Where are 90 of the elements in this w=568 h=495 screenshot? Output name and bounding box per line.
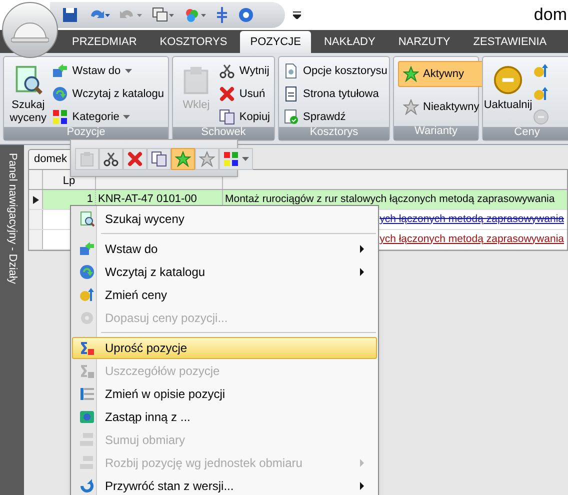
menu-item[interactable]: Szukaj wyceny [72, 208, 377, 230]
coin-icon [533, 109, 549, 125]
toolbar-button[interactable] [219, 148, 253, 170]
ribbon-tab[interactable]: POZYCJE [240, 31, 311, 53]
document-icon [283, 63, 299, 79]
row-pointer-icon [32, 196, 38, 204]
group-label: Pozycje [4, 127, 168, 140]
ribbon-button[interactable]: Wytnij [219, 61, 270, 81]
ribbon-button[interactable]: Wczytaj z katalogu [52, 84, 164, 104]
star-icon [403, 66, 419, 82]
scissors-icon [219, 63, 236, 79]
ribbon-button[interactable]: Kopiuj [219, 107, 270, 127]
ribbon-tab[interactable]: KOSZTORYS [150, 31, 238, 53]
table-cell-text: KNR-AT-47 0101-00 [98, 192, 197, 208]
ribbon-button[interactable]: Usuń [219, 84, 270, 104]
ribbon-tab[interactable]: ZESTAWIENIA [463, 31, 557, 53]
table-cell-text: Montaż rurociągów z rur stalowych łączonych metodą zaprasowywania [225, 192, 555, 207]
large-button[interactable]: Uaktualnij [487, 61, 529, 127]
refresh-icon [78, 264, 94, 280]
blocks-icon [78, 432, 94, 448]
menu-item[interactable]: Zmień ceny [72, 284, 377, 306]
toolbar-button[interactable] [147, 148, 171, 170]
table-cell-text: 1 [86, 192, 93, 208]
scissors-icon [103, 151, 119, 167]
color-grid-icon [223, 151, 239, 167]
toggle-button[interactable]: Nieaktywny [398, 94, 484, 120]
row-header[interactable] [29, 190, 43, 209]
refresh-icon [52, 86, 68, 102]
coin-icon [493, 65, 523, 95]
toolbar-button[interactable] [99, 148, 123, 170]
submenu-arrow-icon [360, 268, 364, 276]
table-cell-text: ych łączonych metodą zaprasowywania [380, 212, 564, 227]
menu-item[interactable]: Przywróć stan z wersji... [72, 475, 377, 495]
ribbon-tab[interactable]: NARZUTY [388, 31, 460, 53]
save-icon[interactable] [62, 7, 78, 23]
ribbon-button[interactable]: Sprawdź [283, 107, 388, 127]
window-title: dom [534, 4, 567, 26]
menu-item[interactable]: Wstaw do [72, 238, 377, 260]
ribbon-tab[interactable]: PRZEDMIAR [62, 31, 147, 53]
ribbon-button[interactable]: Opcje kosztorysu [283, 61, 388, 81]
copy-icon [219, 109, 236, 125]
ribbon-tab[interactable]: NAKŁADY [314, 31, 386, 53]
customize-icon[interactable] [293, 11, 301, 19]
submenu-arrow-icon [360, 482, 364, 490]
side-panel-label: Panel nawigacyjny - Działy [5, 153, 20, 286]
restore-icon [78, 478, 94, 494]
group-label: Schowek [173, 127, 274, 140]
menu-item[interactable]: Zastąp inną z ... [72, 406, 377, 428]
large-button[interactable]: Szukaj wyceny [8, 61, 48, 127]
group-label: Kosztorys [279, 127, 389, 140]
sigma-icon [78, 363, 94, 379]
blocks-icon [78, 455, 94, 471]
windows-icon[interactable] [152, 7, 174, 23]
table-cell-text: ych łączonych metodą zaprasowywania [380, 232, 564, 247]
sigma-icon [78, 340, 94, 356]
toggle-button[interactable]: Aktywny [398, 61, 484, 87]
star-icon [403, 99, 419, 115]
star-icon [175, 151, 191, 167]
caret-icon [242, 157, 249, 161]
delete-icon [219, 86, 236, 102]
checklist-icon [283, 109, 299, 125]
caret-icon [123, 115, 130, 119]
side-panel[interactable]: Panel nawigacyjny - Działy [0, 145, 24, 495]
menu-item[interactable]: Uprość pozycje [72, 337, 377, 359]
coin-arrow-icon [78, 287, 94, 303]
menu-item[interactable]: Wczytaj z katalogu [72, 261, 377, 283]
copy-icon [151, 151, 167, 167]
ribbon-button[interactable]: Strona tytułowa [283, 84, 388, 104]
ribbon-button[interactable]: Kategorie [52, 107, 164, 127]
submenu-arrow-icon [360, 459, 364, 467]
split-icon[interactable] [216, 7, 228, 23]
magnifier-icon [78, 211, 94, 227]
arrow-icon [52, 63, 68, 79]
color-grid-icon [52, 109, 68, 125]
coin-arrow-icon [533, 86, 549, 102]
group-label: Ceny [483, 127, 568, 140]
delete-icon [127, 151, 143, 167]
list-icon [78, 386, 94, 402]
ribbon-button[interactable]: Wstaw do [52, 61, 164, 81]
arrow-icon [78, 241, 94, 257]
group-label: Warianty [394, 126, 478, 140]
magnifier-icon [13, 65, 44, 95]
menu-item[interactable]: Zmień w opisie pozycji [72, 383, 377, 405]
coin-arrow-icon [533, 63, 549, 79]
colors-icon[interactable] [184, 7, 206, 23]
clipboard-icon [79, 151, 95, 167]
star-icon [199, 151, 215, 167]
caret-icon [124, 69, 132, 73]
page-icon [283, 86, 299, 102]
submenu-arrow-icon [360, 245, 364, 253]
